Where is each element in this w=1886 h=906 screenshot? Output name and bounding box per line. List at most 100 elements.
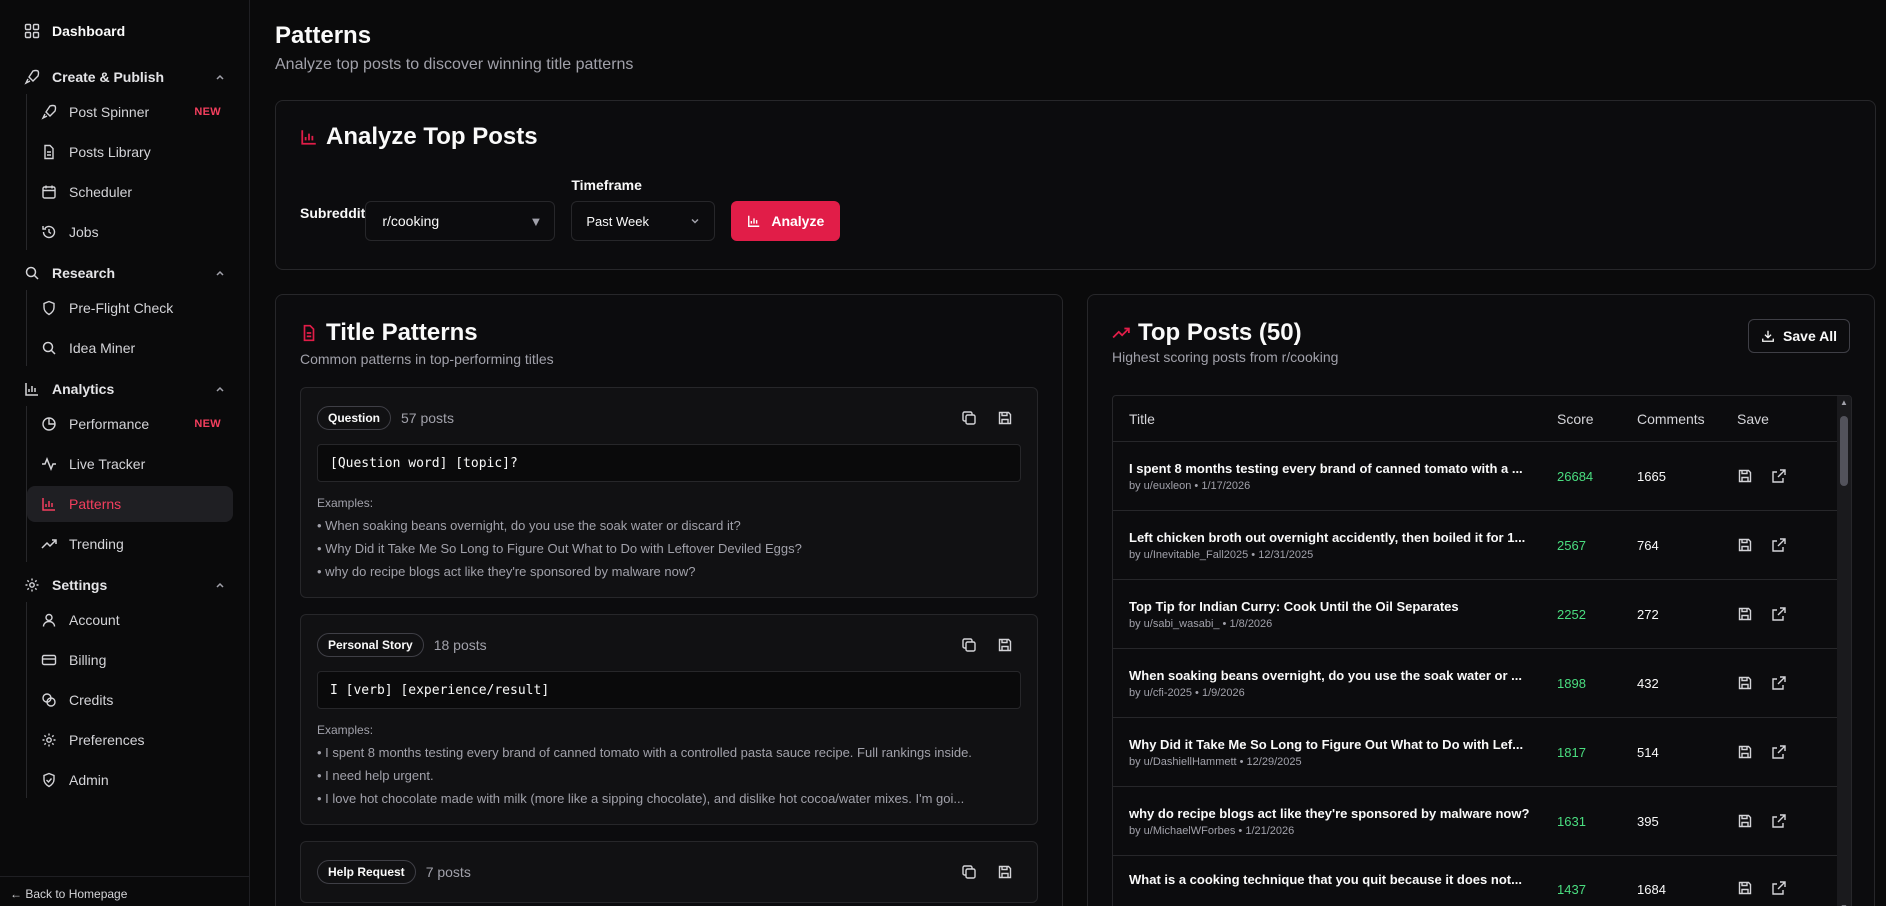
pattern-template: I [verb] [experience/result] [317,671,1021,709]
external-link-icon[interactable] [1771,606,1787,622]
section-header-research[interactable]: Research [0,260,249,286]
column-header-score[interactable]: Score [1557,411,1637,427]
table-scrollbar[interactable]: ▲ ▼ [1837,396,1851,906]
sidebar-item-scheduler[interactable]: Scheduler [27,174,233,210]
save-icon[interactable] [1737,537,1753,553]
search-icon [42,341,56,355]
sidebar-item-label: Post Spinner [69,104,150,120]
sidebar-section-research: Research Pre-Flight Check Idea Miner [0,260,249,366]
external-link-icon[interactable] [1771,537,1787,553]
post-title[interactable]: I spent 8 months testing every brand of … [1129,461,1541,476]
sidebar-item-admin[interactable]: Admin [27,762,233,798]
sidebar-item-billing[interactable]: Billing [27,642,233,678]
post-meta: by u/euxleon • 1/17/2026 [1129,479,1251,492]
section-header-create-publish[interactable]: Create & Publish [0,64,249,90]
save-icon[interactable] [1737,813,1753,829]
sidebar-item-trending[interactable]: Trending [27,526,233,562]
sidebar-item-patterns[interactable]: Patterns [27,486,233,522]
save-icon[interactable] [1737,880,1753,896]
sidebar-item-pre-flight-check[interactable]: Pre-Flight Check [27,290,233,326]
save-icon[interactable] [997,410,1013,426]
subreddit-value: r/cooking [382,213,440,229]
save-icon[interactable] [997,637,1013,653]
table-header: Title Score Comments Save [1113,396,1851,442]
save-all-label: Save All [1783,328,1837,344]
external-link-icon[interactable] [1771,880,1787,896]
trending-up-icon [1112,327,1130,339]
post-title[interactable]: Why Did it Take Me So Long to Figure Out… [1129,737,1541,752]
pie-chart-icon [42,417,56,431]
sidebar: Dashboard Create & Publish Post Spinner … [0,0,250,906]
scrollbar-thumb[interactable] [1840,416,1848,486]
save-all-button[interactable]: Save All [1748,319,1850,353]
pattern-count: 18 posts [433,637,487,653]
save-icon[interactable] [1737,468,1753,484]
subreddit-select[interactable]: r/cooking ▼ [365,201,556,241]
external-link-icon[interactable] [1771,744,1787,760]
save-icon[interactable] [997,864,1013,880]
title-patterns-title: Title Patterns [326,319,478,346]
sidebar-item-live-tracker[interactable]: Live Tracker [27,446,233,482]
section-header-analytics[interactable]: Analytics [0,376,249,402]
post-comments: 272 [1637,606,1659,622]
save-icon[interactable] [1737,606,1753,622]
sidebar-item-preferences[interactable]: Preferences [27,722,233,758]
sidebar-item-posts-library[interactable]: Posts Library [27,134,233,170]
top-posts-subtitle: Highest scoring posts from r/cooking [1112,349,1339,365]
examples-label: Examples: [317,723,374,737]
rocket-icon [41,104,57,120]
sidebar-item-credits[interactable]: Credits [27,682,233,718]
post-title[interactable]: Top Tip for Indian Curry: Cook Until the… [1129,599,1541,614]
sidebar-item-performance[interactable]: Performance NEW [27,406,233,442]
pattern-count: 57 posts [401,410,454,426]
section-title: Create & Publish [52,69,165,85]
save-icon[interactable] [1737,744,1753,760]
example-item: • why do recipe blogs act like they're s… [317,564,696,579]
column-header-comments[interactable]: Comments [1637,411,1737,427]
sidebar-item-post-spinner[interactable]: Post Spinner NEW [27,94,233,130]
post-title[interactable]: When soaking beans overnight, do you use… [1129,668,1541,683]
back-to-homepage-link[interactable]: ← Back to Homepage [0,876,249,906]
top-posts-title: Top Posts (50) [1138,319,1302,346]
subreddit-label: Subreddit [300,205,366,221]
external-link-icon[interactable] [1771,675,1787,691]
sidebar-item-label: Posts Library [69,144,151,160]
copy-icon[interactable] [961,864,977,880]
analyze-button[interactable]: Analyze [731,201,841,241]
copy-icon[interactable] [961,410,977,426]
sidebar-item-label: Dashboard [52,23,126,39]
caret-down-icon: ▼ [529,213,543,229]
external-link-icon[interactable] [1771,468,1787,484]
sidebar-item-label: Patterns [69,496,122,512]
pattern-count: 7 posts [425,864,471,880]
timeframe-select[interactable]: Past Week [571,201,716,241]
external-link-icon[interactable] [1771,813,1787,829]
save-icon[interactable] [1737,675,1753,691]
sidebar-item-account[interactable]: Account [27,602,233,638]
new-badge: NEW [194,418,221,430]
sidebar-item-label: Trending [69,536,124,552]
sidebar-item-idea-miner[interactable]: Idea Miner [27,330,233,366]
section-header-settings[interactable]: Settings [0,572,249,598]
table-row: When soaking beans overnight, do you use… [1113,649,1851,718]
download-icon [1762,330,1774,342]
sidebar-item-dashboard[interactable]: Dashboard [0,18,249,44]
sidebar-item-jobs[interactable]: Jobs [27,214,233,250]
title-patterns-card: Title Patterns Common patterns in top-pe… [275,294,1063,906]
post-title[interactable]: why do recipe blogs act like they're spo… [1129,806,1541,821]
column-header-title[interactable]: Title [1113,411,1557,427]
post-title[interactable]: Left chicken broth out overnight acciden… [1129,530,1541,545]
example-item: • I spent 8 months testing every brand o… [317,745,972,760]
page-subtitle: Analyze top posts to discover winning ti… [275,56,634,73]
table-row: Left chicken broth out overnight acciden… [1113,511,1851,580]
user-icon [42,613,56,627]
post-meta: by u/sabi_wasabi_ • 1/8/2026 [1129,617,1273,630]
coins-icon [42,693,56,707]
shield-check-icon [43,772,55,788]
post-score: 1817 [1557,744,1586,760]
post-title[interactable]: What is a cooking technique that you qui… [1129,872,1541,887]
main-content: Patterns Analyze top posts to discover w… [250,0,1886,906]
bar-chart-icon [25,383,38,396]
scroll-up-arrow-icon[interactable]: ▲ [1840,398,1848,407]
copy-icon[interactable] [961,637,977,653]
